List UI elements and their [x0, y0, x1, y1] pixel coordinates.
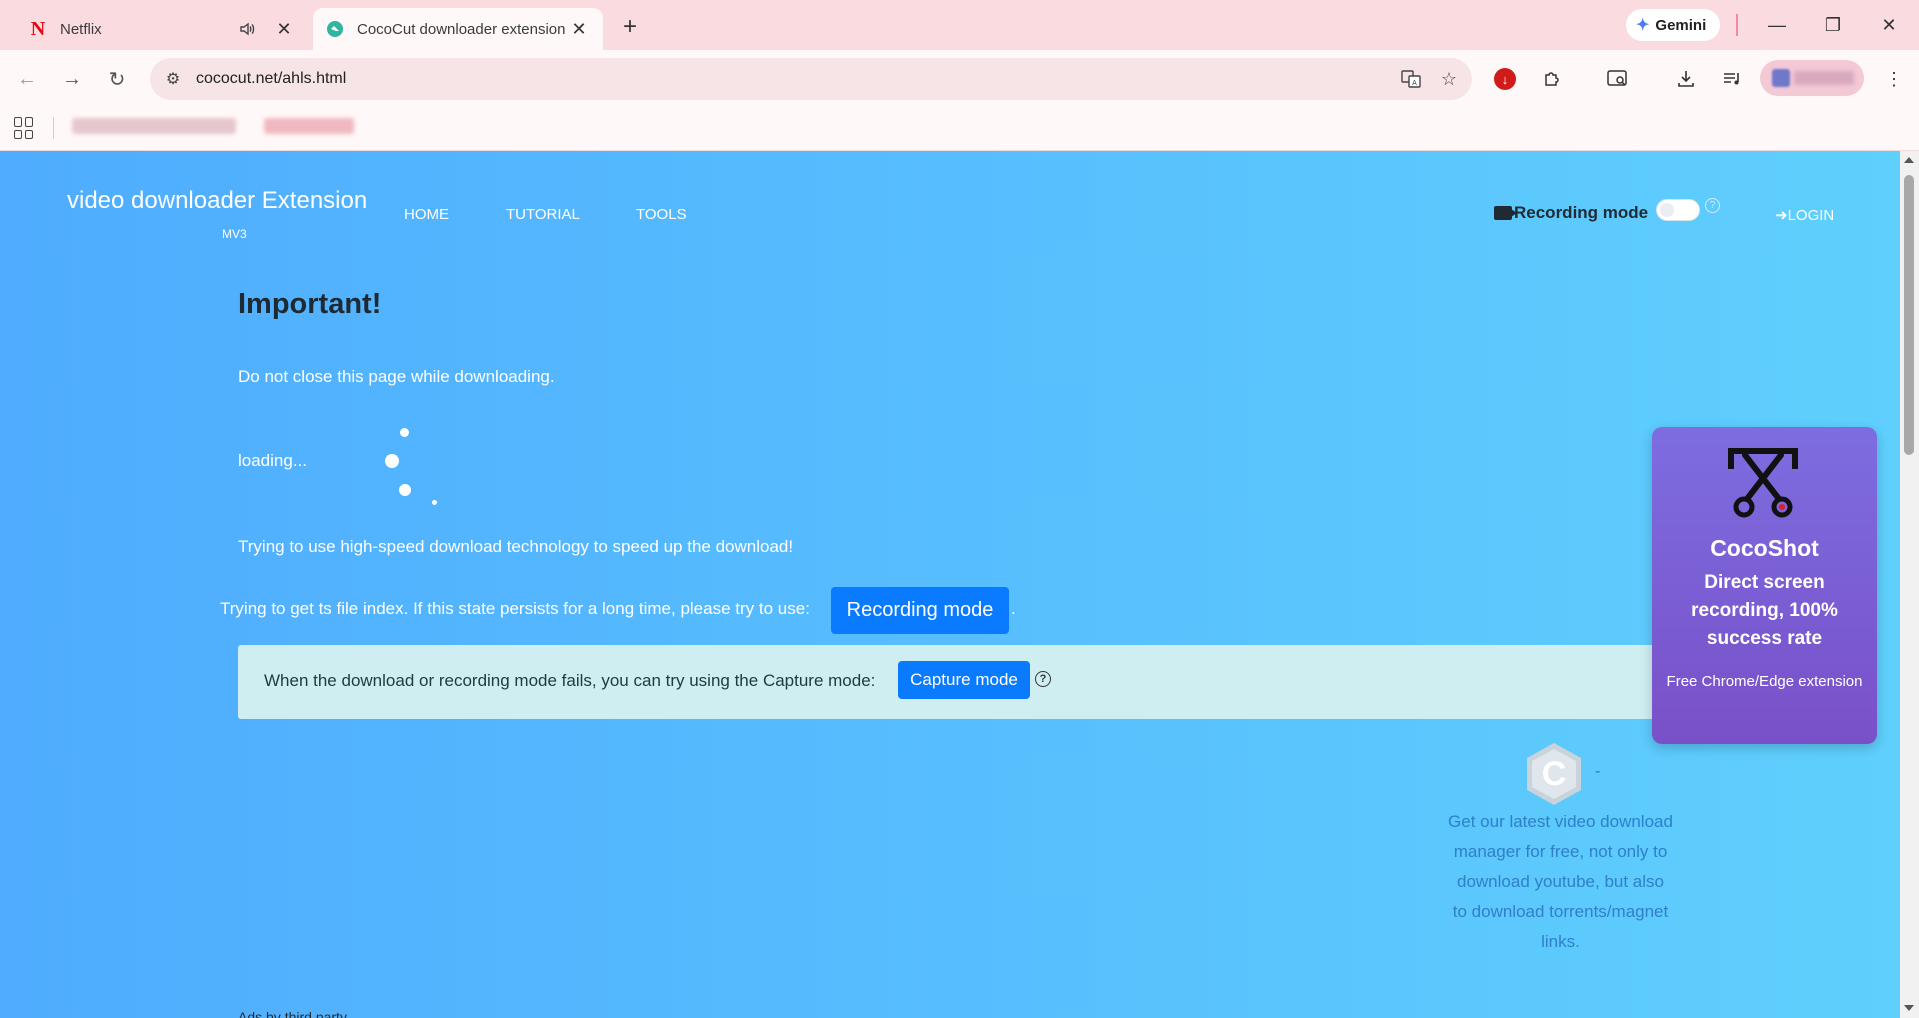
more-menu-icon[interactable]: ⋮ [1879, 64, 1909, 94]
back-icon[interactable]: ← [12, 64, 42, 94]
svg-text:A: A [1412, 80, 1417, 87]
tab-title: Netflix [60, 20, 102, 38]
high-speed-text: Trying to use high-speed download techno… [238, 537, 794, 556]
bookmark-star-icon[interactable]: ☆ [1434, 64, 1464, 94]
capture-mode-panel: When the download or recording mode fail… [238, 645, 1658, 719]
cococut-icon [325, 19, 345, 39]
extension-downloader-icon[interactable]: ↓ [1494, 68, 1516, 90]
login-link[interactable]: ➜LOGIN [1775, 206, 1834, 224]
divider [1736, 14, 1738, 36]
tab-cococut[interactable]: CocoCut downloader extension ✕ [313, 8, 603, 50]
spinner-dot [400, 428, 409, 437]
forward-icon[interactable]: → [57, 64, 87, 94]
scroll-thumb[interactable] [1904, 175, 1914, 455]
tab-bar: N Netflix ✕ CocoCut downloader extension… [0, 0, 1919, 50]
url-text[interactable]: cococut.net/ahls.html [196, 70, 1396, 88]
media-control-icon[interactable] [1717, 64, 1747, 94]
loading-text: loading... [238, 451, 307, 470]
tab-search-icon[interactable] [1603, 64, 1633, 94]
recording-mode-label: Recording mode [1494, 203, 1648, 223]
cocoshot-title: CocoShot [1710, 535, 1819, 561]
recording-mode-button[interactable]: Recording mode [831, 587, 1009, 634]
scissors-screen-icon [1728, 448, 1798, 518]
scrollbar[interactable] [1900, 151, 1919, 1018]
ads-label: Ads by third party [238, 1009, 347, 1018]
bookmark-item[interactable] [264, 118, 354, 134]
translate-icon[interactable]: A [1396, 64, 1426, 94]
reload-icon[interactable]: ↻ [102, 64, 132, 94]
profile-avatar[interactable] [1760, 60, 1864, 96]
nav-tutorial[interactable]: TUTORIAL [506, 206, 580, 223]
cocoshot-subtitle: Direct screen recording, 100% success ra… [1691, 572, 1838, 649]
site-settings-icon[interactable]: ⚙ [158, 64, 188, 94]
address-bar[interactable]: ⚙ cococut.net/ahls.html A ☆ [150, 58, 1472, 100]
download-manager-logo-icon[interactable]: C [1524, 741, 1584, 807]
help-icon[interactable]: ? [1035, 671, 1051, 687]
gemini-label: Gemini [1655, 16, 1707, 34]
nav-tools[interactable]: TOOLS [636, 206, 687, 223]
capture-mode-button[interactable]: Capture mode [898, 661, 1030, 699]
bookmark-item[interactable] [72, 118, 236, 134]
new-tab-button[interactable]: + [615, 12, 645, 42]
tab-title: CocoCut downloader extension [357, 20, 566, 38]
spinner-dot [432, 500, 437, 505]
speaker-icon[interactable] [238, 20, 256, 38]
promo-dash: - [1595, 763, 1601, 780]
restore-icon[interactable]: ❐ [1818, 10, 1848, 40]
bookmarks-bar [0, 107, 1919, 151]
important-heading: Important! [238, 288, 382, 320]
profile-name-blur [1794, 71, 1854, 85]
warning-text: Do not close this page while downloading… [238, 367, 555, 386]
minimize-icon[interactable]: — [1762, 10, 1792, 40]
scroll-down-icon[interactable] [1904, 1005, 1914, 1011]
close-tab-icon[interactable]: ✕ [272, 17, 296, 41]
ts-index-text: Trying to get ts file index. If this sta… [220, 599, 810, 618]
close-tab-icon[interactable]: ✕ [567, 17, 591, 41]
cocoshot-footer: Free Chrome/Edge extension [1666, 673, 1863, 690]
scroll-up-icon[interactable] [1904, 157, 1914, 163]
help-icon[interactable]: ? [1705, 198, 1720, 213]
tab-netflix[interactable]: N Netflix ✕ [18, 8, 308, 50]
apps-grid-icon[interactable] [14, 117, 36, 139]
page-content: video downloader Extension MV3 HOME TUTO… [0, 151, 1919, 1018]
brand-tag: MV3 [222, 227, 247, 241]
svg-text:C: C [1542, 755, 1567, 793]
recording-mode-toggle[interactable] [1656, 199, 1700, 221]
capture-text: When the download or recording mode fail… [264, 671, 876, 690]
spinner-dot [385, 454, 399, 468]
download-icon[interactable] [1671, 64, 1701, 94]
cocoshot-promo-card[interactable]: CocoShot Direct screen recording, 100% s… [1652, 427, 1877, 744]
divider [53, 117, 54, 139]
video-camera-icon [1494, 206, 1517, 220]
toggle-knob [1660, 203, 1674, 217]
gemini-button[interactable]: ✦ Gemini [1626, 9, 1721, 41]
period-text: . [1011, 599, 1016, 618]
netflix-icon: N [30, 17, 46, 40]
login-icon: ➜ [1775, 207, 1788, 224]
extensions-puzzle-icon[interactable] [1537, 64, 1567, 94]
nav-home[interactable]: HOME [404, 206, 449, 223]
brand-title[interactable]: video downloader Extension [67, 187, 367, 215]
gemini-spark-icon: ✦ [1636, 17, 1650, 34]
spinner-dot [399, 484, 411, 496]
promo-link[interactable]: Get our latest video download manager fo… [1448, 807, 1673, 957]
avatar-blur [1772, 69, 1790, 87]
close-window-icon[interactable]: ✕ [1874, 10, 1904, 40]
